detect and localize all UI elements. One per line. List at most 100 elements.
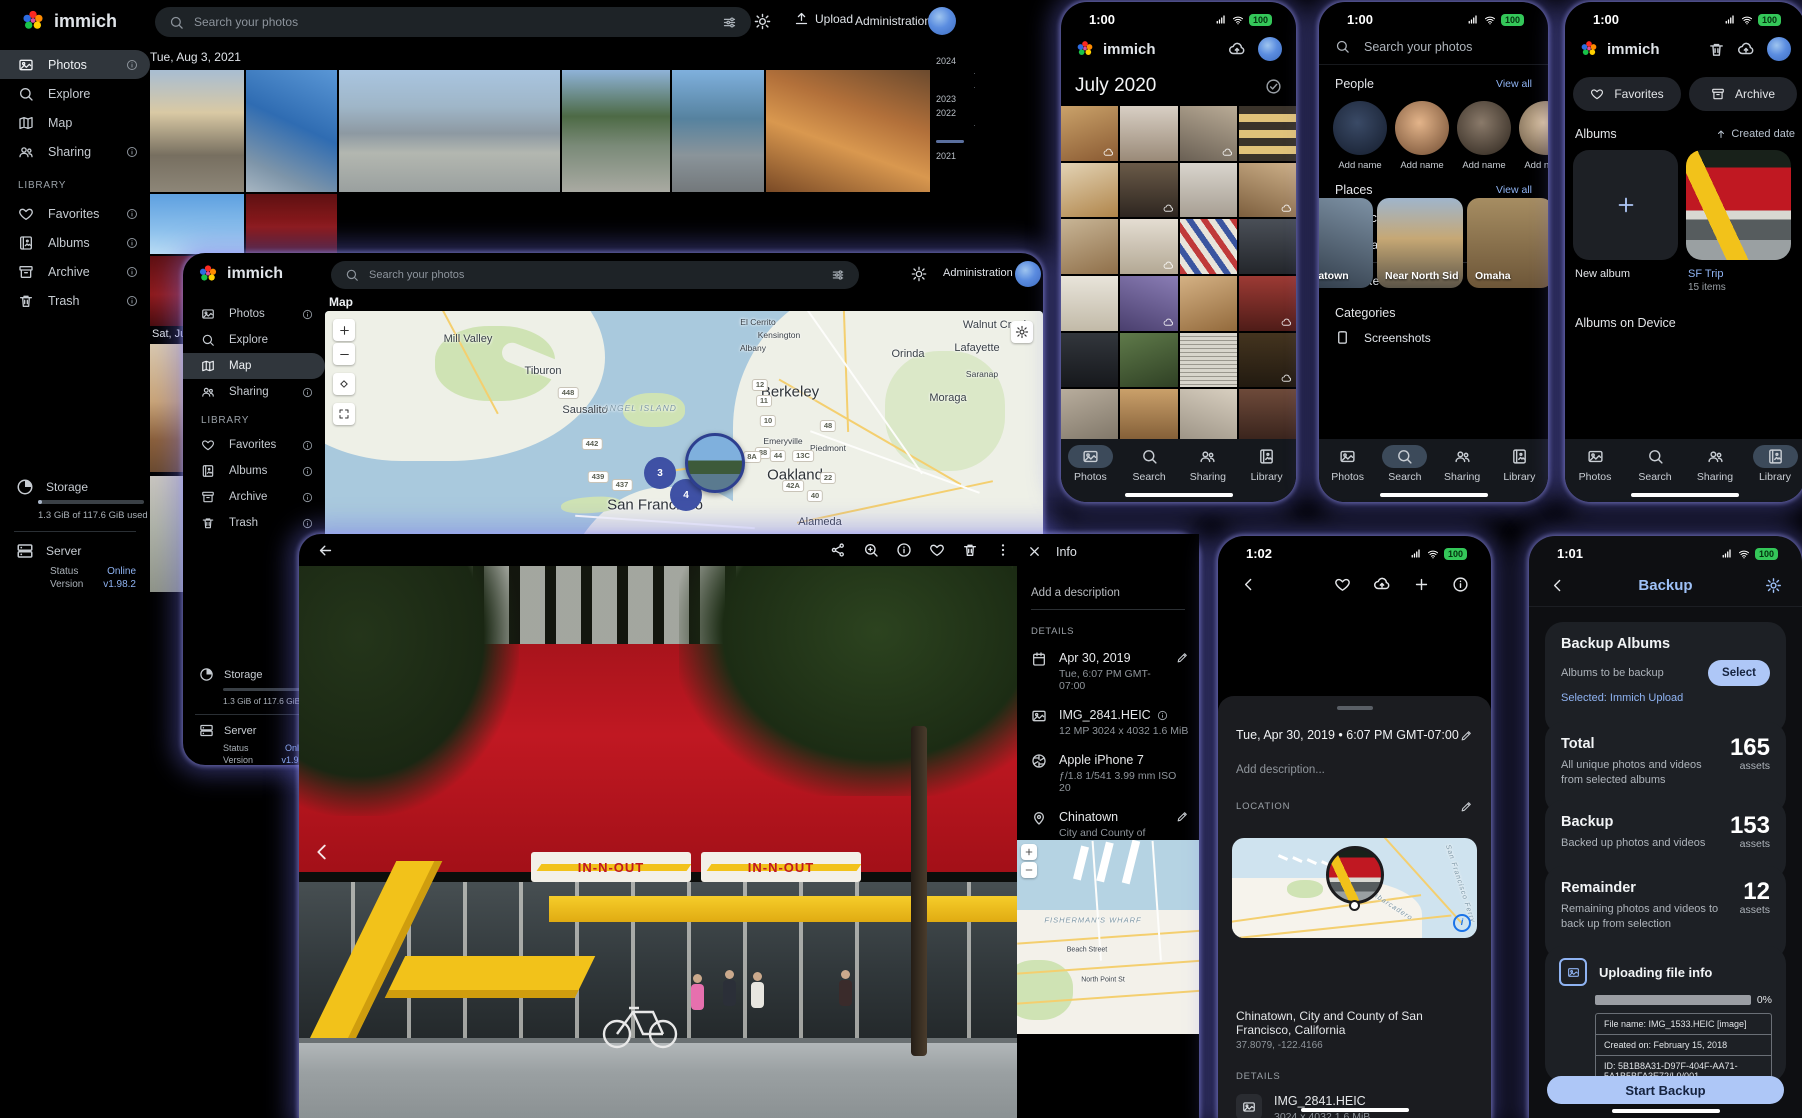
trash-icon[interactable]: [1708, 41, 1725, 58]
photo-thumbnail[interactable]: [246, 194, 337, 254]
viewer-photo[interactable]: IN-N-OUT IN-N-OUT: [299, 566, 1017, 1118]
sidebar-item-map[interactable]: Map: [183, 353, 325, 379]
photo-thumbnail[interactable]: [1180, 276, 1237, 331]
add-name-label[interactable]: Add name: [1519, 160, 1548, 171]
photo-thumbnail[interactable]: [1120, 333, 1177, 388]
add-name-label[interactable]: Add name: [1395, 160, 1449, 171]
info-circle-icon[interactable]: [126, 59, 138, 71]
back-arrow-icon[interactable]: [317, 542, 334, 559]
sidebar-item-archive[interactable]: Archive: [0, 257, 150, 286]
place-card[interactable]: Chinatown: [1319, 198, 1373, 288]
photo-thumbnail[interactable]: [1061, 333, 1118, 388]
archive-pill-button[interactable]: Archive: [1689, 77, 1797, 111]
cloud-sync-icon[interactable]: [1228, 40, 1246, 58]
user-avatar[interactable]: [1767, 37, 1791, 61]
photo-thumbnail[interactable]: [766, 70, 930, 192]
map-zoom-out-button[interactable]: [333, 343, 355, 365]
info-circle-icon[interactable]: [126, 146, 138, 158]
nav-photos[interactable]: Photos: [1320, 445, 1376, 483]
photo-thumbnail[interactable]: [1120, 106, 1177, 161]
favorite-heart-icon[interactable]: [929, 542, 945, 558]
map-compass-button[interactable]: [333, 373, 355, 395]
photo-thumbnail[interactable]: [1061, 219, 1118, 274]
sidebar-item-albums[interactable]: Albums: [0, 228, 150, 257]
photo-thumbnail[interactable]: [1180, 163, 1237, 218]
albums-sort-button[interactable]: Created date: [1715, 128, 1795, 140]
select-all-check-icon[interactable]: [1265, 78, 1282, 95]
sidebar-item-sharing[interactable]: Sharing: [0, 137, 150, 166]
info-circle-icon[interactable]: [302, 309, 313, 320]
info-circle-icon[interactable]: [126, 237, 138, 249]
add-name-label[interactable]: Add name: [1457, 160, 1511, 171]
timeline-scrubber[interactable]: 2024 ·· 2023 2022 · 2021: [936, 56, 976, 161]
edit-pencil-icon[interactable]: [1176, 810, 1189, 823]
theme-toggle-icon[interactable]: [754, 13, 771, 30]
photo-thumbnail[interactable]: [1239, 106, 1296, 161]
photo-thumbnail[interactable]: [562, 70, 670, 192]
favorites-pill-button[interactable]: Favorites: [1573, 77, 1681, 111]
map-zoom-in-button[interactable]: [1021, 844, 1037, 860]
map-cluster-marker[interactable]: 3: [644, 457, 676, 489]
photo-thumbnail[interactable]: [150, 70, 244, 192]
nav-sharing[interactable]: Sharing: [1180, 445, 1236, 483]
nav-sharing[interactable]: Sharing: [1687, 445, 1743, 483]
photo-thumbnail[interactable]: [1239, 333, 1296, 388]
info-circle-icon[interactable]: [1157, 710, 1168, 721]
edit-pencil-icon[interactable]: [1460, 800, 1473, 813]
info-map[interactable]: FISHERMAN'S WHARF Beach Street North Poi…: [1017, 840, 1199, 1034]
info-circle-icon[interactable]: [302, 440, 313, 451]
back-chevron-icon[interactable]: [1549, 577, 1566, 594]
prev-photo-chevron-icon[interactable]: [311, 841, 333, 863]
upload-button[interactable]: Upload: [794, 11, 853, 26]
photo-thumbnail[interactable]: [1120, 276, 1177, 331]
screenshots-row[interactable]: Screenshots: [1319, 320, 1548, 345]
settings-gear-icon[interactable]: [1765, 577, 1782, 594]
user-avatar[interactable]: [928, 7, 956, 35]
close-icon[interactable]: [1027, 544, 1042, 559]
photo-thumbnail[interactable]: [1061, 276, 1118, 331]
sidebar-item-photos[interactable]: Photos: [183, 301, 325, 327]
map-attribution-info-icon[interactable]: i: [1453, 914, 1471, 932]
photo-thumbnail[interactable]: [1180, 389, 1237, 444]
nav-sharing[interactable]: Sharing: [1434, 445, 1490, 483]
map-photo-pin[interactable]: [1326, 846, 1384, 904]
photo-thumbnail[interactable]: [1239, 219, 1296, 274]
edit-pencil-icon[interactable]: [1176, 651, 1189, 664]
user-avatar[interactable]: [1258, 37, 1282, 61]
search-input[interactable]: Search your photos: [331, 261, 859, 289]
photo-thumbnail[interactable]: [1239, 389, 1296, 444]
info-circle-icon[interactable]: [302, 518, 313, 529]
new-album-tile[interactable]: [1573, 150, 1678, 260]
photo-thumbnail[interactable]: [1120, 163, 1177, 218]
administration-link[interactable]: Administration: [855, 14, 931, 28]
location-map[interactable]: The Embarcadero San Francisco Ferry i: [1232, 838, 1477, 938]
places-view-all-link[interactable]: View all: [1496, 184, 1532, 196]
person-item[interactable]: Add name: [1519, 101, 1548, 171]
info-icon[interactable]: [896, 542, 912, 558]
sidebar-item-explore[interactable]: Explore: [0, 79, 150, 108]
favorite-heart-icon[interactable]: [1334, 576, 1351, 593]
back-chevron-icon[interactable]: [1240, 576, 1257, 593]
photo-thumbnail[interactable]: [1061, 163, 1118, 218]
info-circle-icon[interactable]: [302, 466, 313, 477]
add-description-field[interactable]: Add description...: [1218, 742, 1491, 776]
photo-thumbnail[interactable]: [672, 70, 764, 192]
nav-library[interactable]: Library: [1239, 445, 1295, 483]
nav-photos[interactable]: Photos: [1062, 445, 1118, 483]
filter-sliders-icon[interactable]: [722, 15, 737, 30]
start-backup-button[interactable]: Start Backup: [1547, 1076, 1784, 1104]
person-item[interactable]: Add name: [1333, 101, 1387, 171]
place-card[interactable]: Omaha: [1467, 198, 1548, 288]
more-kebab-icon[interactable]: [995, 542, 1011, 558]
sidebar-item-archive[interactable]: Archive: [183, 484, 325, 510]
sidebar-item-favorites[interactable]: Favorites: [183, 432, 325, 458]
map-settings-gear-button[interactable]: [1011, 321, 1033, 343]
person-item[interactable]: Add name: [1457, 101, 1511, 171]
photo-thumbnail[interactable]: [339, 70, 560, 192]
info-circle-icon[interactable]: [302, 492, 313, 503]
map-zoom-out-button[interactable]: [1021, 862, 1037, 878]
photo-thumbnail[interactable]: [1180, 106, 1237, 161]
search-input[interactable]: Search your photos: [1319, 27, 1548, 65]
sidebar-item-albums[interactable]: Albums: [183, 458, 325, 484]
sidebar-item-sharing[interactable]: Sharing: [183, 379, 325, 405]
